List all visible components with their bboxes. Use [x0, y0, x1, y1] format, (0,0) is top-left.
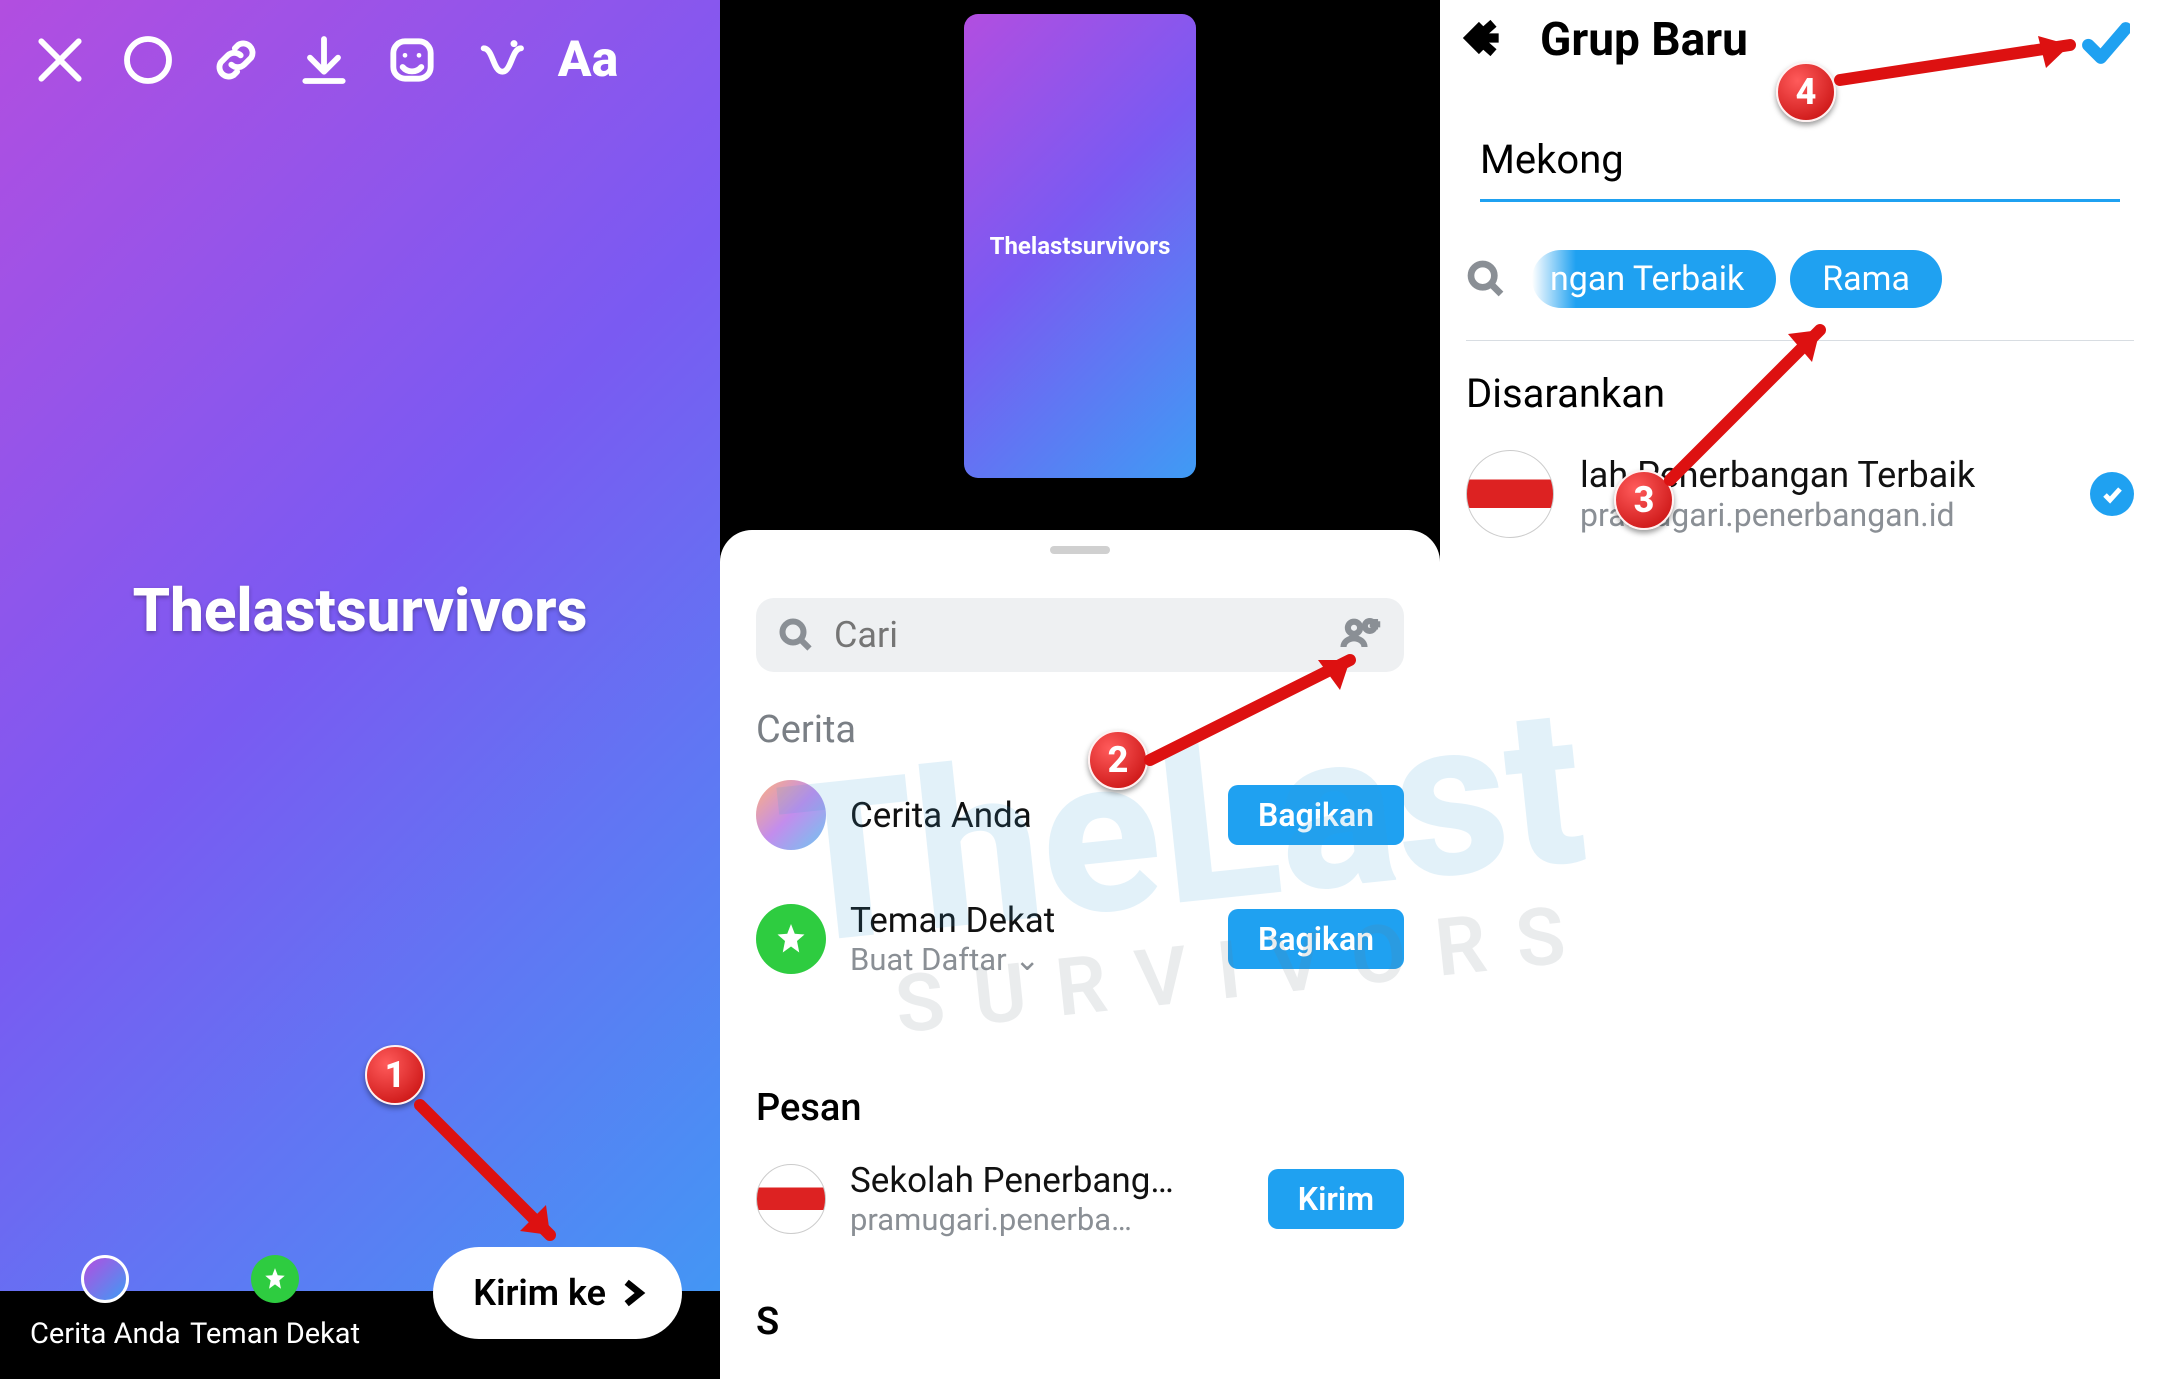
step-arrow-4 [1830, 20, 2130, 120]
chevron-down-icon[interactable]: ⌄ [1014, 941, 1040, 978]
back-arrow-icon[interactable] [1462, 16, 1506, 64]
row-title: Cerita Anda [850, 795, 1228, 836]
story-toolbar: Aa [0, 0, 720, 120]
row-text: Cerita Anda [850, 795, 1228, 836]
step-arrow-2 [1140, 640, 1400, 780]
close-friends-label: Teman Dekat [190, 1317, 360, 1351]
effects-icon[interactable] [472, 32, 528, 88]
share-button[interactable]: Bagikan [1228, 785, 1404, 845]
your-story-avatar-icon [81, 1255, 129, 1303]
sticker-icon[interactable] [384, 32, 440, 88]
row-teman-dekat: Teman Dekat Buat Daftar ⌄ Bagikan [756, 900, 1404, 978]
step-badge-4: 4 [1776, 62, 1836, 122]
row-title: Teman Dekat [850, 900, 1228, 941]
story-text-overlay[interactable]: Thelastsurvivors [0, 575, 720, 646]
member-chip[interactable]: Rama [1790, 250, 1942, 308]
row-subtitle: Buat Daftar ⌄ [850, 941, 1228, 978]
contact-avatar-icon [756, 1164, 826, 1234]
section-label-s: S [756, 1300, 779, 1344]
section-label-pesan: Pesan [756, 1086, 862, 1130]
step-arrow-3 [1660, 310, 1880, 510]
close-icon[interactable] [32, 32, 88, 88]
section-label-cerita: Cerita [756, 708, 856, 752]
contact-avatar-icon [1466, 450, 1554, 538]
share-button[interactable]: Bagikan [1228, 909, 1404, 969]
selected-members-row: ngan Terbaik Rama [1466, 250, 2134, 308]
share-close-friends-target[interactable]: Teman Dekat [190, 1255, 360, 1351]
story-thumbnail-text: Thelastsurvivors [990, 232, 1171, 260]
row-text: Sekolah Penerbang… pramugari.penerba… [850, 1160, 1268, 1238]
search-icon [778, 617, 814, 653]
brush-color-icon[interactable] [120, 32, 176, 88]
story-editor-panel: Aa Thelastsurvivors Cerita Anda Teman De… [0, 0, 720, 1379]
row-cerita-anda: Cerita Anda Bagikan [756, 780, 1404, 850]
step-badge-2: 2 [1088, 730, 1148, 790]
row-title: Sekolah Penerbang… [850, 1160, 1268, 1201]
close-friends-star-icon [756, 904, 826, 974]
close-friends-star-icon [251, 1255, 299, 1303]
new-group-panel: Grup Baru ngan Terbaik Rama Disarankan l… [1440, 0, 2160, 1379]
text-tool-icon[interactable]: Aa [560, 32, 616, 88]
story-thumbnail: Thelastsurvivors [964, 14, 1196, 478]
member-chip[interactable]: ngan Terbaik [1532, 250, 1776, 308]
selected-check-icon[interactable] [2090, 472, 2134, 516]
download-icon[interactable] [296, 32, 352, 88]
sheet-drag-handle[interactable] [1050, 546, 1110, 554]
your-story-avatar-icon [756, 780, 826, 850]
search-icon[interactable] [1466, 259, 1506, 299]
link-icon[interactable] [208, 32, 264, 88]
send-button[interactable]: Kirim [1268, 1169, 1404, 1229]
row-text: Teman Dekat Buat Daftar ⌄ [850, 900, 1228, 978]
group-name-input[interactable] [1480, 130, 2120, 202]
your-story-label: Cerita Anda [30, 1317, 181, 1351]
page-title: Grup Baru [1540, 13, 1748, 67]
row-pesan-1: Sekolah Penerbang… pramugari.penerba… Ki… [756, 1160, 1404, 1238]
suggested-label: Disarankan [1466, 370, 1665, 417]
row-subtitle: pramugari.penerba… [850, 1201, 1268, 1238]
share-your-story-target[interactable]: Cerita Anda [30, 1255, 181, 1351]
step-arrow-1 [410, 1095, 610, 1295]
chevron-right-icon [616, 1277, 648, 1309]
